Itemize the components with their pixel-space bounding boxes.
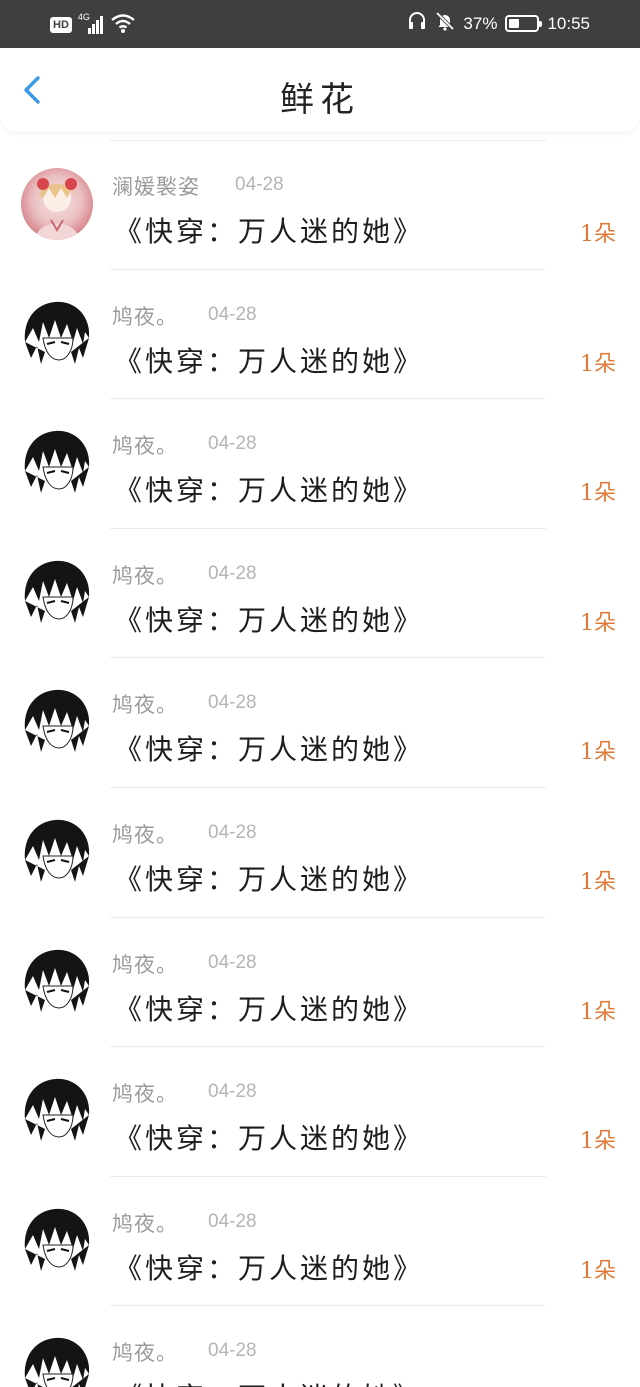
signal-icon: 4G	[77, 12, 104, 36]
user-name[interactable]: 澜媛褧姿	[112, 171, 200, 201]
gift-date: 04-28	[208, 1340, 257, 1362]
page-title: 鲜花	[280, 80, 360, 120]
hd-badge: HD	[50, 17, 72, 33]
status-right: 37% 10:55	[407, 11, 590, 36]
book-title[interactable]: 《快穿：万人迷的她》	[114, 1247, 424, 1287]
flower-count: 1朵	[580, 999, 616, 1025]
flower-gift-list: 澜媛褧姿 04-28 《快穿：万人迷的她》 1朵 鸠夜。 04-28 《快穿：万…	[0, 140, 640, 1387]
list-item[interactable]: 鸠夜。 04-28 《快穿：万人迷的她》 1朵	[0, 918, 640, 1048]
list-item[interactable]: 鸠夜。 04-28 《快穿：万人迷的她》 1朵	[0, 788, 640, 918]
gift-date: 04-28	[208, 821, 257, 843]
avatar[interactable]	[21, 945, 93, 1018]
user-name[interactable]: 鸠夜。	[112, 689, 178, 719]
battery-percent: 37%	[463, 13, 498, 33]
user-name[interactable]: 鸠夜。	[112, 430, 178, 460]
user-name[interactable]: 鸠夜。	[112, 1208, 178, 1238]
gift-date: 04-28	[208, 1210, 257, 1232]
battery-level	[509, 19, 520, 28]
flower-count: 1朵	[580, 1129, 616, 1155]
user-name[interactable]: 鸠夜。	[112, 301, 178, 331]
book-title[interactable]: 《快穿：万人迷的她》	[114, 210, 424, 250]
flower-count: 1朵	[580, 481, 616, 507]
headphones-icon	[407, 11, 427, 36]
book-title[interactable]: 《快穿：万人迷的她》	[114, 340, 424, 380]
gift-date: 04-28	[208, 951, 257, 973]
book-title[interactable]: 《快穿：万人迷的她》	[114, 728, 424, 768]
flower-count: 1朵	[580, 869, 616, 895]
list-item[interactable]: 鸠夜。 04-28 《快穿：万人迷的她》 1朵	[0, 529, 640, 659]
mute-icon	[435, 11, 455, 36]
status-left: HD 4G	[50, 12, 136, 38]
flower-count: 1朵	[580, 1382, 616, 1387]
user-name[interactable]: 鸠夜。	[112, 819, 178, 849]
book-title[interactable]: 《快穿：万人迷的她》	[114, 988, 424, 1028]
gift-date: 04-28	[208, 562, 257, 584]
battery-icon	[505, 15, 543, 32]
book-title[interactable]: 《快穿：万人迷的她》	[114, 1376, 424, 1387]
user-name[interactable]: 鸠夜。	[112, 560, 178, 590]
book-title[interactable]: 《快穿：万人迷的她》	[114, 599, 424, 639]
avatar[interactable]	[21, 297, 93, 370]
status-bar: HD 4G 37% 10:55	[0, 0, 640, 48]
list-item[interactable]: 鸠夜。 04-28 《快穿：万人迷的她》 1朵	[0, 399, 640, 529]
avatar[interactable]	[21, 427, 93, 500]
list-item[interactable]: 澜媛褧姿 04-28 《快穿：万人迷的她》 1朵	[0, 140, 640, 270]
avatar[interactable]	[21, 686, 93, 759]
nav-bar: 鲜花	[0, 48, 640, 132]
book-title[interactable]: 《快穿：万人迷的她》	[114, 469, 424, 509]
list-item[interactable]: 鸠夜。 04-28 《快穿：万人迷的她》 1朵	[0, 270, 640, 400]
list-item[interactable]: 鸠夜。 04-28 《快穿：万人迷的她》 1朵	[0, 1177, 640, 1307]
book-title[interactable]: 《快穿：万人迷的她》	[114, 1117, 424, 1157]
avatar[interactable]	[21, 1204, 93, 1277]
gift-date: 04-28	[208, 303, 257, 325]
flower-count: 1朵	[580, 740, 616, 766]
list-item[interactable]: 鸠夜。 04-28 《快穿：万人迷的她》 1朵	[0, 1047, 640, 1177]
user-name[interactable]: 鸠夜。	[112, 1337, 178, 1367]
clock: 10:55	[547, 13, 590, 33]
avatar[interactable]	[21, 556, 93, 629]
network-type: 4G	[77, 12, 90, 22]
gift-date: 04-28	[208, 433, 257, 455]
flower-count: 1朵	[580, 222, 616, 247]
user-name[interactable]: 鸠夜。	[112, 1078, 178, 1108]
flower-count: 1朵	[580, 1258, 616, 1284]
gift-date: 04-28	[208, 692, 257, 714]
gift-date: 04-28	[235, 174, 284, 195]
list-item[interactable]: 鸠夜。 04-28 《快穿：万人迷的她》 1朵	[0, 1306, 640, 1387]
user-name[interactable]: 鸠夜。	[112, 949, 178, 979]
wifi-icon	[110, 12, 136, 38]
avatar[interactable]	[21, 168, 93, 240]
book-title[interactable]: 《快穿：万人迷的她》	[114, 858, 424, 898]
avatar[interactable]	[21, 815, 93, 888]
flower-count: 1朵	[580, 610, 616, 636]
avatar[interactable]	[21, 1075, 93, 1148]
flower-count: 1朵	[580, 351, 616, 377]
list-item[interactable]: 鸠夜。 04-28 《快穿：万人迷的她》 1朵	[0, 658, 640, 788]
avatar[interactable]	[21, 1334, 93, 1387]
gift-date: 04-28	[208, 1081, 257, 1103]
